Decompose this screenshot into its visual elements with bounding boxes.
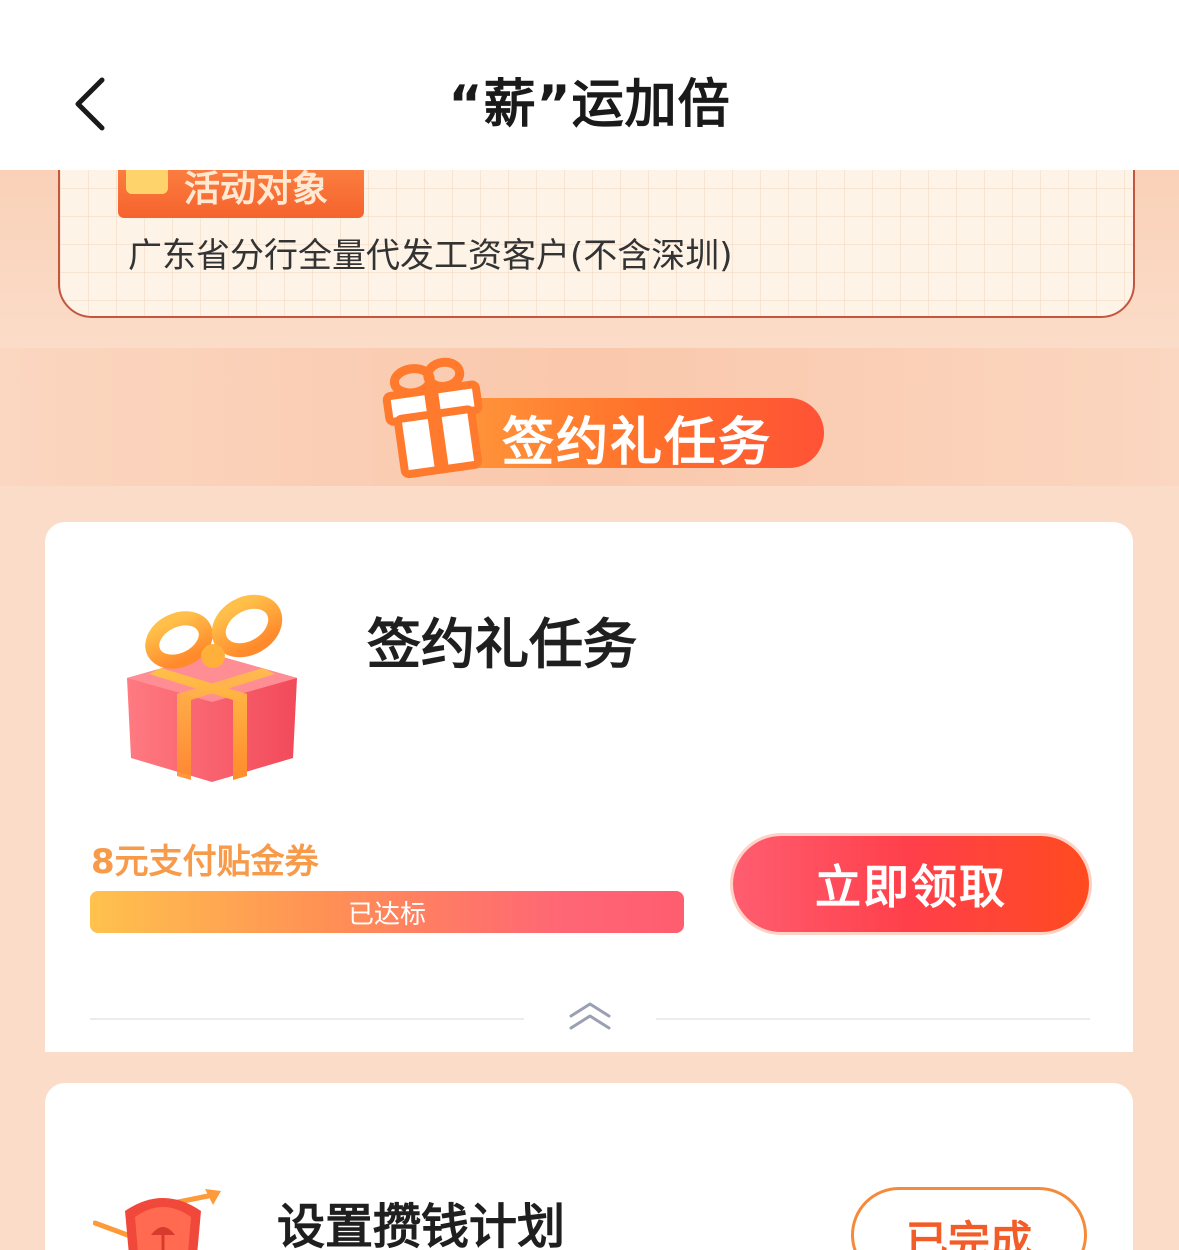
divider [90,1018,524,1020]
progress-status-text: 已达标 [347,899,426,930]
top-nav-bar: “薪”运加倍 [0,0,1179,170]
audience-description: 广东省分行全量代发工资客户(不含深圳) [128,236,733,276]
double-chevron-up-icon [569,1002,611,1030]
reward-label: 8元支付贴金券 [91,842,319,882]
task-title: 签约礼任务 [367,613,637,676]
gift-illustration-icon [127,594,297,782]
signing-gift-task-card: 签约礼任务 8元支付贴金券 已达标 立即领取 [45,522,1133,1052]
banner-title: 签约礼任务 [502,413,773,473]
claim-now-button[interactable]: 立即领取 [733,836,1089,932]
collapse-button[interactable] [565,996,615,1036]
completed-button[interactable]: 已完成 [851,1187,1087,1250]
gift-box-icon [382,357,483,479]
task-title: 设置攒钱计划 [277,1199,566,1250]
progress-bar: 已达标 [90,891,684,933]
savings-plan-task-card: 设置攒钱计划 已完成 [45,1083,1133,1250]
section-banner: 签约礼任务 [380,350,830,482]
page-title: “薪”运加倍 [448,75,731,135]
divider [656,1018,1090,1020]
shield-icon [93,1189,221,1250]
